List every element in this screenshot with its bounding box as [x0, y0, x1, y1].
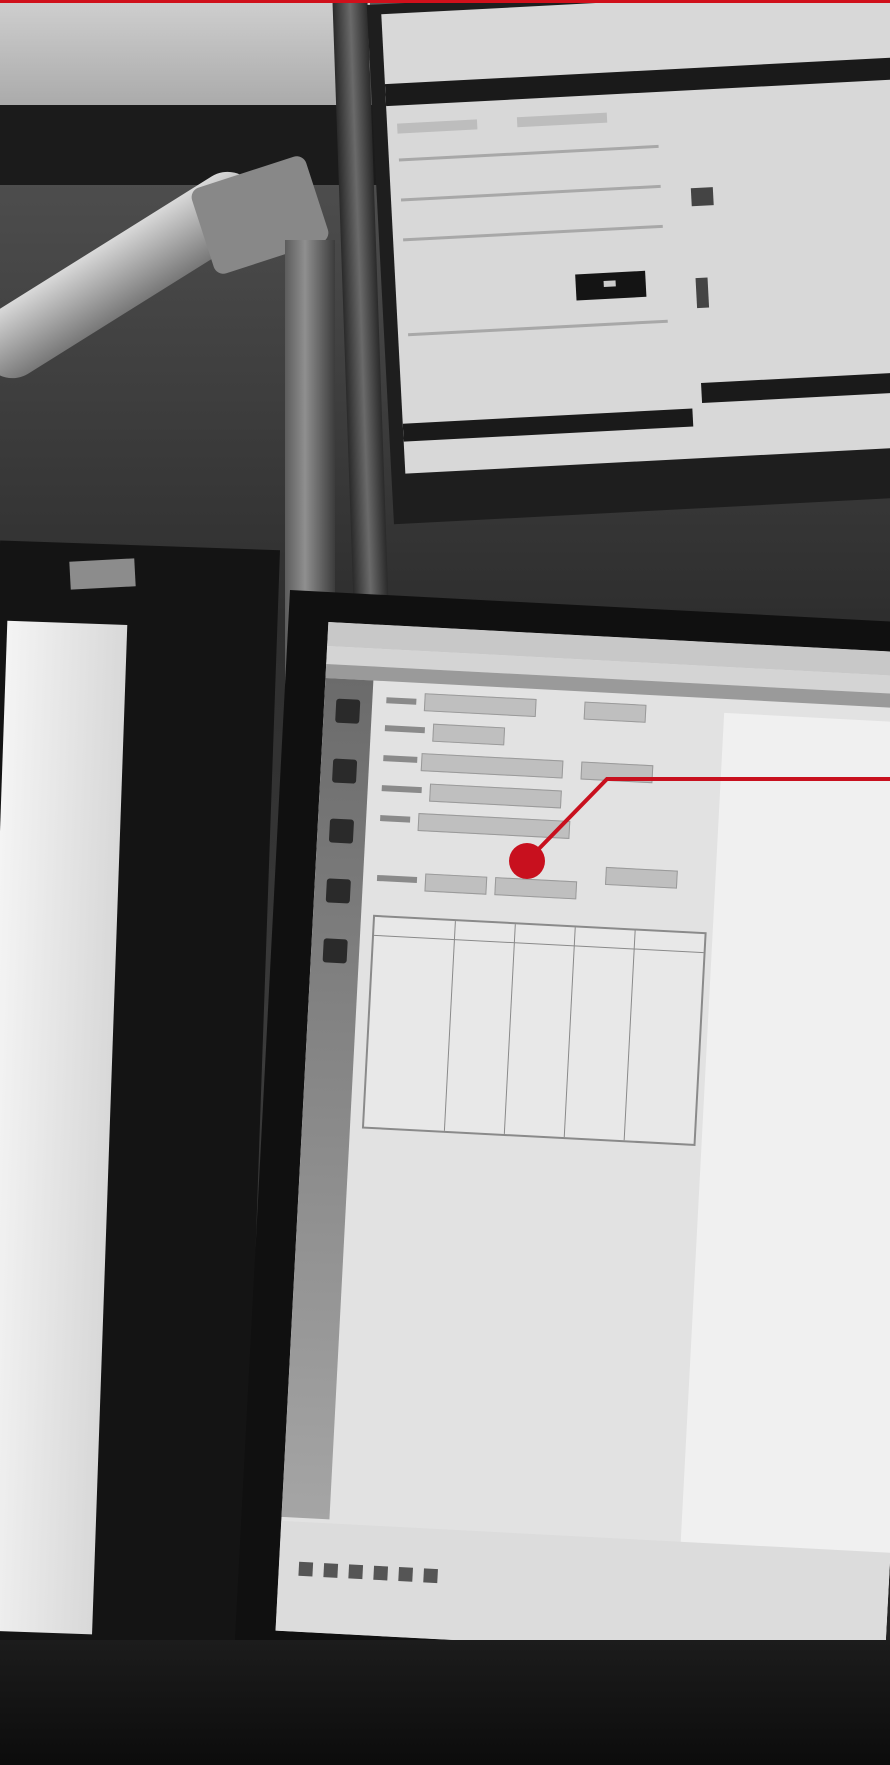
data-table [361, 914, 707, 1146]
top-accent-line [0, 0, 890, 3]
form-field [494, 877, 578, 900]
table-column-divider [443, 921, 456, 1131]
sidebar-icon [331, 758, 358, 784]
form-field [429, 783, 562, 809]
form-label [386, 697, 417, 705]
device-icon [690, 187, 714, 207]
main-monitor [230, 590, 890, 1752]
screen-row [400, 184, 661, 202]
top-monitor-screen [381, 0, 890, 474]
form-field [432, 723, 506, 746]
screen-header-bar [384, 56, 890, 107]
form-field [417, 813, 571, 839]
form-field [420, 753, 564, 779]
ceiling-beam [0, 105, 380, 185]
top-monitor [366, 0, 890, 525]
sidebar-icon [325, 878, 351, 904]
screen-row [398, 144, 659, 162]
table-header-divider [374, 934, 704, 954]
ceiling-panel [0, 0, 370, 110]
screen-footer-bar [402, 408, 694, 442]
sidebar-icon [322, 938, 348, 964]
form-label [380, 815, 411, 823]
callout-marker [509, 843, 545, 879]
right-panel [674, 712, 890, 1663]
left-monitor [0, 540, 280, 1700]
taskbar-icon [423, 1568, 438, 1584]
form-label [376, 874, 418, 884]
table-column-divider [623, 930, 636, 1141]
app-sidebar [281, 677, 374, 1520]
screen-footer-bar [701, 370, 890, 404]
screen-row [408, 319, 668, 337]
screen-row [516, 112, 608, 128]
screen-button [575, 270, 647, 301]
form-field [583, 701, 647, 723]
table-column-divider [563, 927, 576, 1138]
sidebar-icon [335, 698, 361, 724]
sidebar-icon [328, 818, 355, 844]
screen-row [397, 119, 478, 134]
monitor-label-sticker [69, 558, 136, 590]
device-icon [695, 277, 710, 309]
form-field [580, 761, 654, 784]
form-field [424, 873, 488, 895]
taskbar-icon [348, 1564, 364, 1580]
taskbar-icon [323, 1563, 339, 1578]
left-monitor-screen [0, 620, 128, 1635]
form-label [383, 755, 418, 763]
photo-scene [0, 0, 890, 1765]
screen-row [403, 224, 663, 242]
desk-surface [0, 1640, 890, 1765]
table-column-divider [503, 924, 516, 1134]
form-label [381, 785, 422, 794]
taskbar-icon [373, 1565, 389, 1581]
main-monitor-screen [275, 622, 890, 1663]
taskbar-icon [398, 1567, 413, 1582]
taskbar-icon [298, 1561, 314, 1577]
form-field [423, 693, 537, 718]
form-field [604, 866, 678, 889]
form-label [384, 725, 426, 734]
